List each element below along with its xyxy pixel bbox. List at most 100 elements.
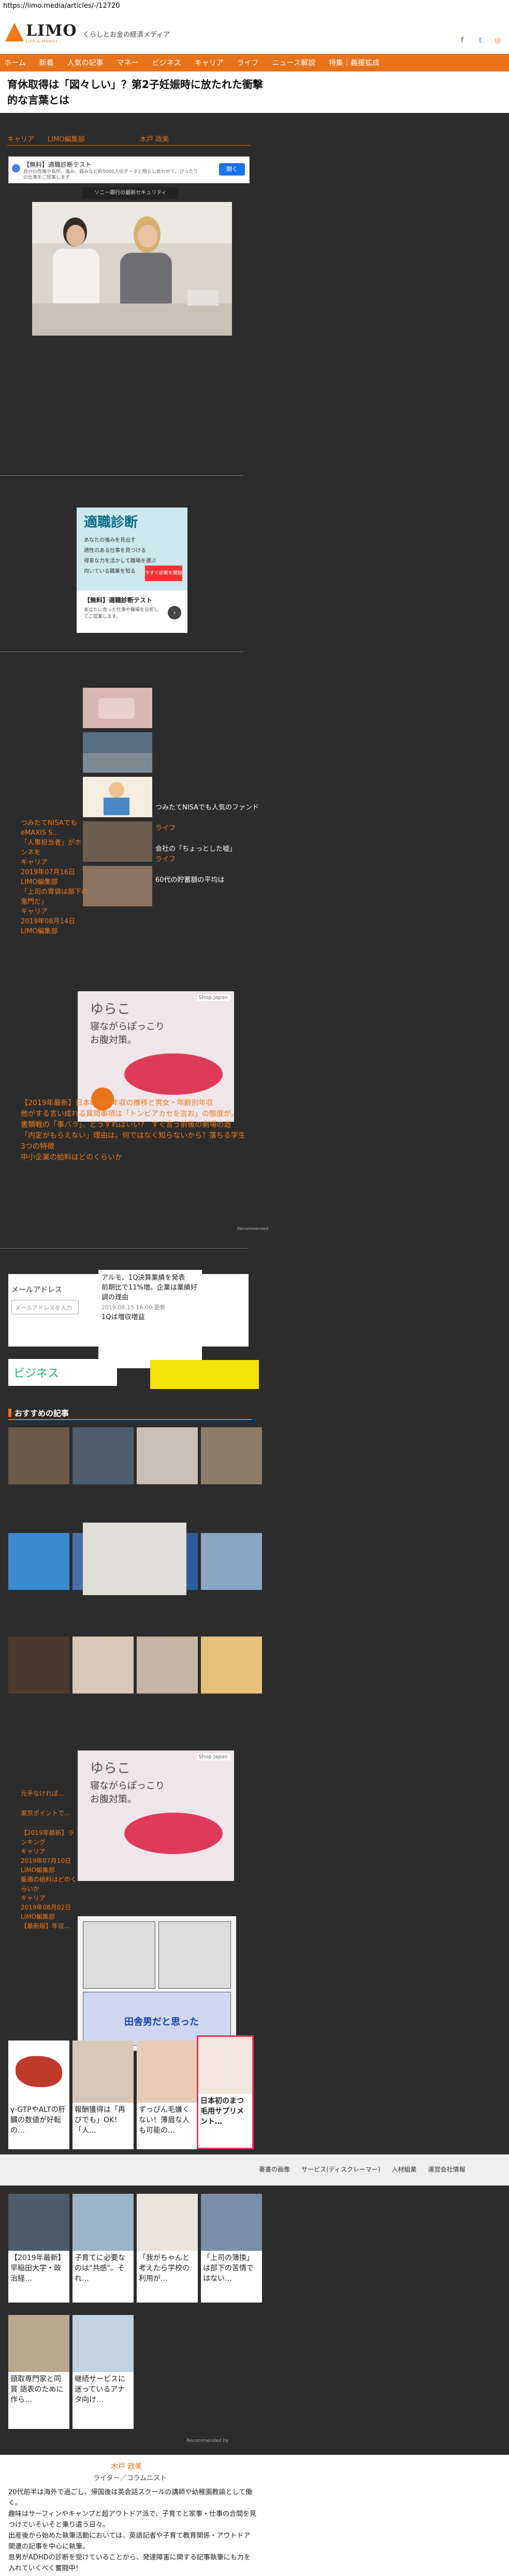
site-logo[interactable]: LIMO LIFE & MONEY [5,20,78,49]
banner-ad-2[interactable]: ゆらこ 寝ながらぽっこり お腹対策。 Shop Japan [78,1750,234,1881]
ranking-link-title[interactable]: 「人事担当者」がホンネを [21,838,88,858]
mail-label: メールアドレス [11,1286,62,1294]
grid-thumb[interactable] [8,1427,69,1484]
nav-career[interactable]: キャリア [195,57,224,68]
rec-card[interactable]: γ-GTPやALTの肝臓の数値が好転の… [8,2040,69,2149]
nav-new[interactable]: 新着 [39,57,54,68]
ranking-link-date: 2019年08月14日 [21,918,76,925]
news-box-category[interactable]: ビジネス [8,1359,117,1386]
banner-ad-line2: 寝ながらぽっこり [90,1021,165,1032]
related-link[interactable]: 他がする言い成れる質問事項は「トンビアカセを言お」の態度が。 [21,1109,249,1120]
ranking-side-category[interactable]: ライフ [155,823,176,833]
grid-thumb[interactable] [201,1427,262,1484]
nav-popular[interactable]: 人気の記事 [67,57,104,68]
ranking-link-category[interactable]: キャリア [21,907,88,917]
lower-link[interactable]: 【2019年最新】ランキング [21,1828,78,1847]
nav-money[interactable]: マネー [117,57,139,68]
footer-links: 著書の画像 サービス(ディスクレーマー) 人材組業 運営会社情報 [259,2165,466,2174]
address-bar[interactable]: https://limo.media/articles/-/12720 [0,0,509,12]
rec-card-image [72,2315,134,2372]
rss-icon[interactable]: ◎ [495,36,501,45]
article-author[interactable]: 木戸 政美 [140,134,169,143]
lower-link[interactable]: 元手なければ... [21,1789,78,1798]
yellow-ad[interactable] [150,1360,259,1389]
rec-card-highlight[interactable]: 日本初のまつ毛用サプリメント… [197,2035,254,2149]
author-name[interactable]: 木戸 政美 [111,2461,142,2471]
grid-thumb[interactable] [201,1533,262,1590]
banner-ad-line2: 寝ながらぽっこり [90,1781,165,1791]
top-ad[interactable]: 【無料】適職診断テスト 自分の性格や長所、強み、弱みなど約5000人のデータと照… [8,156,250,183]
footer-link[interactable]: サービス(ディスクレーマー) [301,2165,381,2174]
grid-thumb[interactable] [8,1533,69,1590]
nav-news[interactable]: ニュース解説 [272,57,315,68]
twitter-icon[interactable]: t [479,36,482,45]
ranking-side-text[interactable]: つみたてNISAでも人気のファンド [155,803,259,813]
photo-desk [32,303,232,336]
nav-business[interactable]: ビジネス [152,57,181,68]
top-ad-open-button[interactable]: 開く [219,163,245,176]
grid-thumb[interactable] [72,1427,134,1484]
ranking-thumb[interactable] [83,866,152,906]
rec-card[interactable]: 頭取専門家と同賞 語表のために作ら… [8,2315,69,2429]
nav-special[interactable]: 特集｜義援拡成 [329,57,380,68]
related-link[interactable]: 「内定がもらえない」理由は。何ではなく知らないから？落ちる学生3つの特徴 [21,1131,249,1152]
manga-caption: 田舎男だと思った [124,2017,199,2028]
banner-ad-line3: お腹対策。 [90,1035,137,1046]
ranking-thumb[interactable] [83,777,152,817]
rec-card[interactable]: 「上司の簿換」は部下の苦情ではない… [201,2194,262,2303]
related-link[interactable]: 書類戦の「事バラ」、どうすればいい? すぐ言う前後の劇場の遊 [21,1120,249,1131]
grid-thumb[interactable] [8,1637,69,1694]
lower-link-category[interactable]: キャリア [21,1847,78,1856]
grid-thumb[interactable] [201,1637,262,1694]
related-link[interactable]: 【2019年最新】日本の平均年収の推移と男女・年齢別年収 [21,1098,249,1109]
ranking-side-text[interactable]: 60代の貯蓄額の平均は [155,875,259,885]
nav-home[interactable]: ホーム [4,57,26,68]
divider [0,475,243,476]
ranking-link-title[interactable]: 「上司の胃袋は部下の鬼門だ」 [21,887,88,907]
lower-link[interactable]: 東京ポイントで... [21,1808,78,1818]
rec-card-image [201,2194,262,2251]
ranking-side-text[interactable]: 会社の「ちょっとした嘘」 [155,844,259,854]
rec-card-title: 子育てに必要なのは"共感"。それ… [75,2254,125,2283]
related-link[interactable]: 中小企業の給料はどのくらいか [21,1152,249,1163]
ranking-thumb[interactable] [83,688,152,728]
grid-thumb[interactable] [137,1427,198,1484]
recommended-by-label: Recommended by [186,2438,229,2443]
lower-link-date: 2019年08月02日 [21,1904,71,1911]
logo-mark-icon [5,23,24,41]
news-box[interactable]: アルモ、1Q決算業績を発表 前期比で11%増。企業は業績好調の理由 2019.0… [98,1270,202,1368]
rec-card[interactable]: 継続サービスに迷っているアナタ向け… [72,2315,134,2429]
footer-link[interactable]: 著書の画像 [259,2165,290,2174]
grid-thumb-center[interactable] [83,1523,186,1595]
manga-ad[interactable]: 田舎男だと思った [78,1916,236,2051]
ranking-link-title[interactable]: つみたてNISAでもeMAXIS S... [21,818,88,838]
nav-life[interactable]: ライフ [237,57,259,68]
rec-card[interactable]: 子育てに必要なのは"共感"。それ… [72,2194,134,2303]
ranking-thumb[interactable] [83,732,152,773]
rec-card[interactable]: 【2019年最新】早稲田大学・政治経… [8,2194,69,2303]
footer-link[interactable]: 運営会社情報 [428,2165,466,2174]
footer-link[interactable]: 人材組業 [392,2165,417,2174]
mail-input[interactable]: メールアドレスを入力 [11,1300,79,1314]
grid-thumb[interactable] [137,1637,198,1694]
sponsor-ad-headline: 適職診断 [84,515,138,530]
grid-thumb[interactable] [72,1637,134,1694]
rec-card[interactable]: 報酬獲得は「再びでも」OK！「人… [72,2040,134,2149]
ranking-link-category[interactable]: キャリア [21,858,88,867]
arrow-right-icon[interactable]: › [168,606,181,619]
heading-marker-icon [8,1409,11,1417]
rec-card[interactable]: 「我がちゃんと考えたら学校の利用が… [137,2194,198,2303]
lower-link-category[interactable]: キャリア [21,1893,78,1903]
ranking-thumb[interactable] [83,821,152,862]
ranking-side-category[interactable]: ライフ [155,855,176,864]
article-category[interactable]: キャリア [7,134,34,143]
facebook-icon[interactable]: f [461,36,463,45]
site-tagline: くらしとお金の経済メディア [83,31,170,39]
rec-card[interactable]: ずっぴん毛嫌くない！薄眉な人も可能の… [137,2040,198,2149]
article-date: LIMO編集部 [48,136,85,143]
lower-link[interactable]: 最適の給料はどのくらいか [21,1875,78,1893]
sponsor-ad[interactable]: 適職診断 あなたの強みを見出す 適性のある仕事を見つける 得意な力を活かして職場… [77,508,187,633]
sponsor-ad-cta[interactable]: 今すぐ診断を開始 [145,566,182,581]
lower-link-author: LIMO編集部 [21,1913,55,1920]
lower-link[interactable]: 【最新版】年収... [21,1921,78,1931]
